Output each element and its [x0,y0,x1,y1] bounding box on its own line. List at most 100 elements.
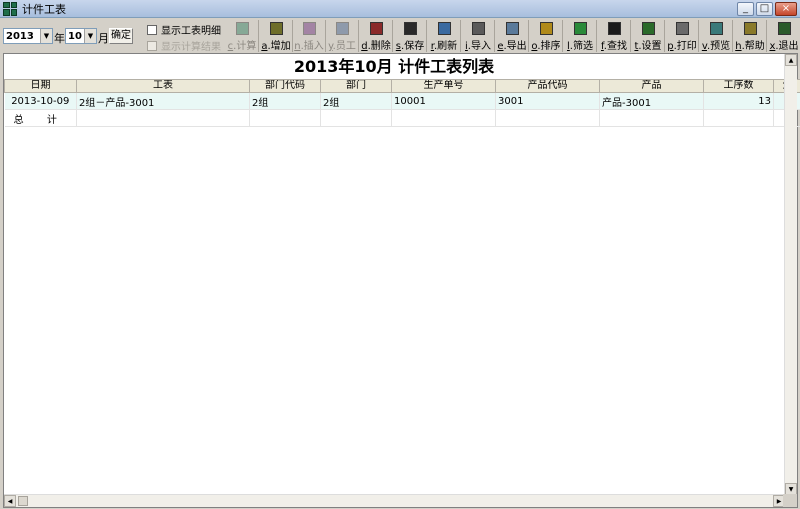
column-header[interactable]: 产品代码 [495,79,600,93]
toolbar-button-h[interactable]: h.帮助 [734,20,767,52]
toolbar-button-label: s.保存 [395,41,425,52]
year-value: 2013 [6,30,34,42]
month-unit-label: 月 [98,32,109,45]
toolbar-icon [641,22,655,35]
column-header[interactable]: 工序数 [703,79,774,93]
checkbox-box[interactable] [147,24,157,35]
year-select[interactable]: 2013 ▼ [3,28,53,44]
title-bar: 计件工表 _ □ × [0,0,800,18]
toolbar-icon [335,22,349,35]
toolbar-button-label: x.退出 [769,41,799,52]
table-cell [703,109,774,127]
toolbar-button-p[interactable]: p.打印 [666,20,699,52]
toolbar-button-label: p.打印 [667,41,697,52]
toolbar-icon [607,22,621,35]
show-results-checkbox: 显示计算结果 [147,38,221,53]
table-cell[interactable]: 2组 [320,92,392,110]
toolbar-button-f[interactable]: f.查找 [598,20,631,52]
checkbox-label: 显示计算结果 [161,42,221,53]
toolbar-icon [437,22,451,35]
column-header[interactable]: 部门 [320,79,392,93]
toolbar-button-d[interactable]: d.删除 [360,20,393,52]
toolbar-icon [369,22,383,35]
toolbar-icon [743,22,757,35]
confirm-button[interactable]: 确定 [109,28,133,44]
close-button[interactable]: × [775,2,797,16]
scroll-thumb[interactable] [18,496,28,506]
toolbar-button-label: a.增加 [261,41,291,52]
minimize-button[interactable]: _ [737,2,754,16]
toolbar-button-a[interactable]: a.增加 [260,20,293,52]
data-table: 日期工表部门代码部门生产单号产品代码产品工序数生 2013-10-092组－产品… [4,79,800,127]
table-cell [249,109,321,127]
toolbar-button-label: y.员工 [328,41,356,52]
toolbar-button-x[interactable]: x.退出 [768,20,800,52]
month-select[interactable]: 10 ▼ [65,28,97,44]
toolbar-icon [403,22,417,35]
toolbar-button-label: i.导入 [465,41,491,52]
toolbar-button-y[interactable]: y.员工 [326,20,359,52]
toolbar-button-label: n.插入 [294,41,324,52]
vertical-scrollbar[interactable]: ▲ ▼ [784,54,797,495]
toolbar-button-t[interactable]: t.设置 [632,20,665,52]
app-icon [3,1,17,16]
toolbar-icon [675,22,689,35]
toolbar-icon [302,22,316,35]
maximize-button[interactable]: □ [756,2,773,16]
column-header[interactable]: 产品 [599,79,704,93]
total-label: 总 计 [4,109,77,127]
window-title: 计件工表 [22,2,66,16]
toolbar-button-label: o.排序 [531,41,561,52]
toolbar-button-l[interactable]: l.筛选 [564,20,597,52]
scroll-up-icon[interactable]: ▲ [785,54,797,66]
total-row: 总 计 [4,109,800,127]
toolbar-button-label: c.计算 [227,41,257,52]
toolbar-button-o[interactable]: o.排序 [530,20,563,52]
toolbar-icon [471,22,485,35]
scroll-left-icon[interactable]: ◀ [4,495,16,507]
toolbar-button-r[interactable]: r.刷新 [428,20,461,52]
toolbar-icon [573,22,587,35]
toolbar-button-e[interactable]: e.导出 [496,20,529,52]
column-header[interactable]: 日期 [4,79,77,93]
checkbox-box [147,40,157,51]
toolbar-icon [777,22,791,35]
sheet-title: 2013年10月 计件工表列表 [293,57,495,76]
table-cell[interactable]: 13 [703,92,774,110]
toolbar-button-label: v.预览 [701,41,731,52]
toolbar-icon [709,22,723,35]
toolbar-button-label: t.设置 [634,41,662,52]
toolbar-button-label: d.删除 [361,41,391,52]
table-cell [495,109,600,127]
horizontal-scrollbar[interactable]: ◀ ▶ [4,494,785,507]
chevron-down-icon[interactable]: ▼ [40,29,52,43]
toolbar-button-label: l.筛选 [567,41,593,52]
column-header[interactable]: 生产单号 [391,79,496,93]
toolbar-icon [269,22,283,35]
toolbar-button-label: f.查找 [601,41,627,52]
table-row[interactable]: 2013-10-09 2组－产品-3001 2组 2组 10001 3001 产品-3001… [4,92,800,110]
table-cell[interactable]: 2组－产品-3001 [76,92,250,110]
show-details-checkbox[interactable]: 显示工表明细 [147,22,221,37]
column-header[interactable]: 工表 [76,79,250,93]
toolbar-button-label: e.导出 [497,41,527,52]
table-cell[interactable]: 2013-10-09 [4,92,77,110]
toolbar-button-i[interactable]: i.导入 [462,20,495,52]
column-header[interactable]: 部门代码 [249,79,321,93]
toolbar-button-v[interactable]: v.预览 [700,20,733,52]
table-cell [320,109,392,127]
checkbox-label: 显示工表明细 [161,26,221,37]
toolbar-icon [235,22,249,35]
table-cell[interactable]: 10001 [391,92,496,110]
table-cell[interactable]: 2组 [249,92,321,110]
table-cell[interactable]: 3001 [495,92,600,110]
toolbar-button-n[interactable]: n.插入 [293,20,326,52]
table-cell[interactable]: 产品-3001 [599,92,704,110]
toolbar-button-s[interactable]: s.保存 [394,20,427,52]
toolbar-icon [505,22,519,35]
chevron-down-icon[interactable]: ▼ [84,29,96,43]
year-unit-label: 年 [54,32,65,45]
toolbar-button-c[interactable]: c.计算 [226,20,259,52]
scroll-corner [783,494,797,507]
grid-area: 2013年10月 计件工表列表 日期工表部门代码部门生产单号产品代码产品工序数生… [3,53,800,508]
